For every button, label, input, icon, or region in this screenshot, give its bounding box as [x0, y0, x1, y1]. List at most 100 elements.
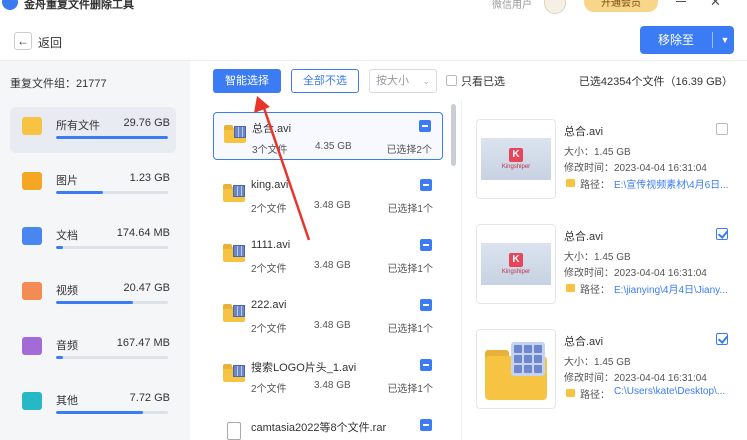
group-checkbox[interactable]	[420, 299, 432, 311]
category-sidebar: 重复文件组：21777 所有文件 29.76 GB 图片 1.23 GB 文档 174.6…	[0, 61, 190, 440]
open-member-button[interactable]: 开通会员	[584, 0, 658, 12]
path-label: 路径：	[580, 180, 610, 191]
duplicate-group-item[interactable]: 1111.avi 2个文件 3.48 GB 已选择1个	[213, 232, 443, 280]
progress-fill	[56, 136, 168, 139]
folder-tab	[223, 364, 232, 369]
progress-fill	[56, 301, 134, 304]
sidebar-item-5[interactable]: 其他 7.72 GB	[10, 382, 176, 428]
back-arrow-icon[interactable]: ←	[14, 32, 32, 50]
path-label: 路径：	[580, 390, 610, 401]
sidebar-item-size: 167.47 MB	[116, 337, 170, 349]
app-title: 金舟重复文件删除工具	[24, 0, 134, 11]
duplicate-group-item[interactable]: camtasia2022等8个文件.rar	[213, 412, 443, 440]
file-thumbnail[interactable]	[476, 329, 556, 409]
film-grid	[511, 342, 545, 376]
wechat-user-label[interactable]: 微信用户	[492, 0, 532, 11]
grid-cell	[514, 355, 522, 363]
folder-thumbnail-icon	[485, 342, 547, 400]
progress-fill	[56, 246, 63, 249]
group-selected-count: 已选择1个	[387, 204, 433, 215]
sidebar-item-progress	[56, 301, 168, 304]
group-checkbox[interactable]	[420, 179, 432, 191]
duplicate-group-item[interactable]: 222.avi 2个文件 3.48 GB 已选择1个	[213, 292, 443, 340]
file-name: 总合.avi	[564, 126, 604, 138]
group-name: 1111.avi	[251, 239, 291, 251]
chevron-down-icon[interactable]: ▼	[716, 26, 734, 54]
list-scrollbar[interactable]	[451, 104, 456, 166]
folder-tab	[224, 125, 233, 130]
sidebar-item-label: 音频	[56, 340, 78, 352]
sidebar-item-0[interactable]: 所有文件 29.76 GB	[10, 107, 176, 153]
file-checkbox[interactable]	[716, 228, 728, 240]
duplicate-group-item[interactable]: 搜索LOGO片头_1.avi 2个文件 3.48 GB 已选择1个	[213, 352, 443, 400]
select-none-button[interactable]: 全部不选	[291, 69, 359, 93]
folder-tab	[223, 304, 232, 309]
folder-icon	[566, 284, 575, 292]
film-grid	[233, 305, 245, 317]
duplicate-group-item[interactable]: king.avi 2个文件 3.48 GB 已选择1个	[213, 172, 443, 220]
file-thumbnail[interactable]: K Kingshiper	[476, 119, 556, 199]
grid-cell	[524, 355, 532, 363]
sidebar-item-size: 20.47 GB	[123, 282, 170, 294]
panel-divider	[461, 100, 462, 440]
group-size: 3.48 GB	[314, 320, 351, 331]
group-name: camtasia2022等8个文件.rar	[251, 422, 387, 434]
group-selected-count: 已选择2个	[386, 145, 432, 156]
video-folder-icon	[223, 364, 245, 382]
video-frame: K Kingshiper	[481, 138, 551, 180]
group-size: 3.48 GB	[314, 260, 351, 271]
sidebar-item-size: 1.23 GB	[129, 172, 170, 184]
only-selected-checkbox[interactable]	[446, 75, 457, 86]
film-grid	[233, 365, 245, 377]
duplicate-group-item[interactable]: 总合.avi 3个文件 4.35 GB 已选择2个	[213, 112, 443, 160]
film-grid	[233, 185, 245, 197]
remove-to-button[interactable]: 移除至 ▼	[640, 26, 734, 54]
file-checkbox[interactable]	[716, 123, 728, 135]
thumbnail-brand-text: Kingshiper	[501, 164, 531, 170]
sidebar-item-label: 文档	[56, 230, 78, 242]
button-separator	[712, 32, 713, 48]
group-size: 3.48 GB	[314, 380, 351, 391]
minimize-icon[interactable]	[676, 1, 686, 2]
smart-select-button[interactable]: 智能选择	[213, 69, 281, 93]
sidebar-item-3[interactable]: 视频 20.47 GB	[10, 272, 176, 318]
progress-fill	[56, 356, 63, 359]
only-selected-label[interactable]: 只看已选	[461, 73, 505, 89]
grid-cell	[524, 365, 532, 373]
thumbnail-brand-text: Kingshiper	[501, 269, 531, 275]
folder-tab	[223, 244, 232, 249]
group-name: 222.avi	[251, 299, 287, 311]
sidebar-item-4[interactable]: 音频 167.47 MB	[10, 327, 176, 373]
chevron-down-icon: ⌄	[422, 76, 430, 86]
sidebar-item-size: 7.72 GB	[129, 392, 170, 404]
folder-tab	[223, 184, 232, 189]
sidebar-item-size: 174.64 MB	[116, 227, 170, 239]
sort-select[interactable]: 按大小 ⌄	[369, 69, 437, 93]
video-folder-icon	[224, 125, 246, 143]
file-name: 总合.avi	[564, 231, 604, 243]
group-file-count: 2个文件	[251, 384, 287, 395]
group-checkbox[interactable]	[420, 239, 432, 251]
group-checkbox[interactable]	[420, 359, 432, 371]
file-path-link[interactable]: E:\宣传视频素材\4月6日...	[614, 176, 728, 191]
group-checkbox[interactable]	[419, 120, 431, 132]
sidebar-item-label: 图片	[56, 175, 78, 187]
back-button-label[interactable]: 返回	[38, 34, 62, 51]
sidebar-item-2[interactable]: 文档 174.64 MB	[10, 217, 176, 263]
remove-to-label[interactable]: 移除至	[640, 26, 712, 54]
file-size: 大小：1.45 GB	[564, 357, 631, 368]
grid-cell	[534, 365, 542, 373]
audio-icon	[22, 337, 42, 355]
user-avatar[interactable]	[544, 0, 566, 14]
file-checkbox[interactable]	[716, 333, 728, 345]
sidebar-item-1[interactable]: 图片 1.23 GB	[10, 162, 176, 208]
group-checkbox[interactable]	[420, 419, 432, 431]
file-path-link[interactable]: C:\Users\kate\Desktop\...	[614, 386, 725, 397]
group-selected-count: 已选择1个	[387, 264, 433, 275]
file-path-link[interactable]: E:\jianying\4月4日\Jiany...	[614, 281, 728, 296]
video-folder-icon	[223, 184, 245, 202]
close-icon[interactable]: ✕	[710, 0, 721, 10]
grid-cell	[524, 345, 532, 353]
sidebar-item-progress	[56, 191, 168, 194]
file-thumbnail[interactable]: K Kingshiper	[476, 224, 556, 304]
